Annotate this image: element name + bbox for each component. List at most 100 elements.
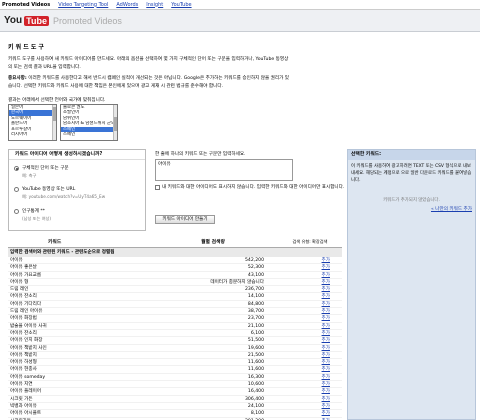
row-add-link[interactable]: 추가 xyxy=(278,286,342,292)
only-my-keywords-checkbox[interactable] xyxy=(155,185,160,190)
row-add-link[interactable]: 추가 xyxy=(278,366,342,372)
row-add-link[interactable]: 추가 xyxy=(278,264,342,270)
no-keywords-message: 키워드가 추가되지 않았습니다. xyxy=(383,198,440,203)
option-demographics-example: (남성 또는 여성) xyxy=(22,216,52,221)
col-match-type[interactable]: 검색 유형: 확장검색 xyxy=(278,239,342,244)
row-add-link[interactable]: 추가 xyxy=(278,330,342,336)
intro-line-4: 습니다. 선택한 키워드와 키워드 사용에 대한 책임은 본인에게 있으며 광고… xyxy=(8,84,224,89)
country-option[interactable]: 스페인 xyxy=(61,132,117,137)
row-volume: 236,700 xyxy=(245,287,264,293)
row-add-link[interactable]: 추가 xyxy=(278,388,342,394)
method-option-demographics[interactable]: 인구통계 ** (남성 또는 여성) xyxy=(14,208,51,222)
nav-promoted-videos[interactable]: Promoted Videos xyxy=(2,2,50,8)
table-row: 아이유 형 데이터가 충분하지 않습니다 추가 xyxy=(8,279,342,287)
col-keyword[interactable]: 키워드 xyxy=(8,238,148,245)
method-option-url[interactable]: YouTube 동영상 또는 URL 예: youtube.com/watch?… xyxy=(14,186,105,200)
row-volume: 51,500 xyxy=(247,338,264,344)
table-row: 아이유 잔소리 6,100 추가 xyxy=(8,330,342,338)
table-row: 빅뱅과 아이유 24,100 추가 xyxy=(8,403,342,411)
generate-ideas-button[interactable]: 키워드 아이디어 만들기 xyxy=(155,215,215,224)
nav-youtube[interactable]: YouTube xyxy=(171,2,191,8)
row-volume: 19,600 xyxy=(247,345,264,351)
keyword-textarea[interactable]: 아이유 xyxy=(155,159,293,181)
add-own-keywords-link[interactable]: « 나만의 키워드 추가 xyxy=(431,206,472,212)
row-volume: 8,100 xyxy=(250,411,264,417)
row-keyword: 드림 레인 아이유 xyxy=(10,309,43,315)
table-row: 아이유 플레이어 16,400 추가 xyxy=(8,388,342,396)
nav-insight[interactable]: Insight xyxy=(146,2,163,8)
row-volume: 데이터가 충분하지 않습니다 xyxy=(210,279,264,285)
row-keyword: 아이유 가요교름 xyxy=(10,272,42,278)
radio-demographics[interactable] xyxy=(14,209,19,214)
row-add-link[interactable]: 추가 xyxy=(278,403,342,409)
intro-text: 키워드 도구를 사용하여 새 키워드 아이디어를 만드세요. 아래의 옵션을 선… xyxy=(8,56,463,94)
row-add-link[interactable]: 추가 xyxy=(278,396,342,402)
row-add-link[interactable]: 추가 xyxy=(278,381,342,387)
language-scrollbar[interactable] xyxy=(52,105,56,140)
row-volume: 6,100 xyxy=(250,330,264,336)
youtube-logo-tube[interactable]: Tube xyxy=(24,15,49,26)
row-volume: 43,100 xyxy=(247,272,264,278)
row-add-link[interactable]: 추가 xyxy=(278,359,342,365)
row-add-link[interactable]: 추가 xyxy=(278,352,342,358)
row-volume: 21,100 xyxy=(247,323,264,329)
row-add-link[interactable]: 추가 xyxy=(278,374,342,380)
important-label: 중요사항: xyxy=(8,76,27,81)
results-header: 키워드 월별 검색량 검색 유형: 확장검색 xyxy=(8,236,342,248)
row-keyword: 아이유 잔소리 xyxy=(10,294,37,300)
table-row: 드림 레인 아이유 38,700 추가 xyxy=(8,308,342,316)
radio-words[interactable] xyxy=(14,166,19,171)
keyword-method-panel: 키워드 아이디어 어떻게 생성하시겠습니까? 구체적인 단어 또는 구문 예: … xyxy=(8,149,146,231)
table-row: 아이유 지연 10,600 추가 xyxy=(8,381,342,389)
language-listbox[interactable]: 일본어 한국어 노르웨이어 폴란드어 포르투갈어 러시아어 xyxy=(8,104,57,141)
language-option[interactable]: 러시아어 xyxy=(9,132,56,137)
row-add-link[interactable]: 추가 xyxy=(278,272,342,278)
row-add-link[interactable]: 추가 xyxy=(278,337,342,343)
row-keyword: 아이유 인지 화장 xyxy=(10,338,43,344)
nav-adwords[interactable]: AdWords xyxy=(116,2,138,8)
brand-title: Promoted Videos xyxy=(53,15,122,26)
table-row: 아이유 잔소리 14,100 추가 xyxy=(8,293,342,301)
row-add-link[interactable]: 추가 xyxy=(278,315,342,321)
row-add-link[interactable]: 추가 xyxy=(278,279,342,285)
results-rows: 아이유 542,200 추가 아이유 좋은날 52,300 추가 아이유 가요교름 43,10… xyxy=(8,257,342,420)
row-keyword: 아이유 someday xyxy=(10,374,46,380)
row-add-link[interactable]: 추가 xyxy=(278,308,342,314)
table-row: 아이유 하성형 11,600 추가 xyxy=(8,359,342,367)
country-scrollbar[interactable] xyxy=(113,105,117,140)
only-my-keywords-option[interactable]: 내 키워드와 대한 아이디어도 표시하지 않습니다. 입력한 키워드와 대한 아… xyxy=(155,184,345,191)
row-keyword: 아이유 책받지 xyxy=(10,352,37,358)
row-volume: 11,600 xyxy=(247,360,264,366)
row-keyword: 빅뱅과 아이유 xyxy=(10,403,37,409)
table-row: 아이유 책받지 사인 19,600 추가 xyxy=(8,345,342,352)
row-add-link[interactable]: 추가 xyxy=(278,257,342,263)
row-volume: 16,400 xyxy=(247,389,264,395)
table-row: 아이유 기다리다 84,800 추가 xyxy=(8,301,342,309)
row-volume: 24,100 xyxy=(247,403,264,409)
only-my-keywords-label: 내 키워드와 대한 아이디어도 표시하지 않습니다. 입력한 키워드와 대한 아… xyxy=(162,185,345,190)
row-keyword: 아이유 좋은날 xyxy=(10,265,37,271)
row-volume: 16,300 xyxy=(247,374,264,380)
row-volume: 23,700 xyxy=(247,316,264,322)
nav-video-targeting-tool[interactable]: Video Targeting Tool xyxy=(58,2,108,8)
radio-url[interactable] xyxy=(14,187,19,192)
country-listbox[interactable]: 불로콘 권도 소발인어 남위인어 남조지아 & 남샌드위치 군도 스페인 스페인 xyxy=(60,104,118,141)
row-add-link[interactable]: 추가 xyxy=(278,301,342,307)
brand-header: You Tube Promoted Videos xyxy=(0,10,480,32)
option-demographics-label: 인구통계 ** xyxy=(22,209,45,214)
method-option-words[interactable]: 구체적인 단어 또는 구문 예: 축구 xyxy=(14,165,69,179)
row-add-link[interactable]: 추가 xyxy=(278,410,342,416)
row-keyword: 아이유 xyxy=(10,258,23,263)
row-keyword: 아이유 기다리다 xyxy=(10,301,42,307)
option-words-label: 구체적인 단어 또는 구문 xyxy=(22,166,69,171)
country-option[interactable]: 남조지아 & 남샌드위치 군도 xyxy=(61,121,117,126)
col-monthly-volume[interactable]: 월별 검색량 xyxy=(148,238,278,245)
row-keyword: 드림 레인 xyxy=(10,287,29,293)
row-add-link[interactable]: 추가 xyxy=(278,323,342,329)
table-row: 아이유 542,200 추가 xyxy=(8,257,342,265)
table-row: 아이유 someday 16,300 추가 xyxy=(8,374,342,382)
row-add-link[interactable]: 추가 xyxy=(278,345,342,351)
intro-line-2: 의 또는 검색 결과 URL을 입력합니다. xyxy=(8,65,81,70)
row-add-link[interactable]: 추가 xyxy=(278,293,342,299)
youtube-logo-you[interactable]: You xyxy=(4,15,22,26)
